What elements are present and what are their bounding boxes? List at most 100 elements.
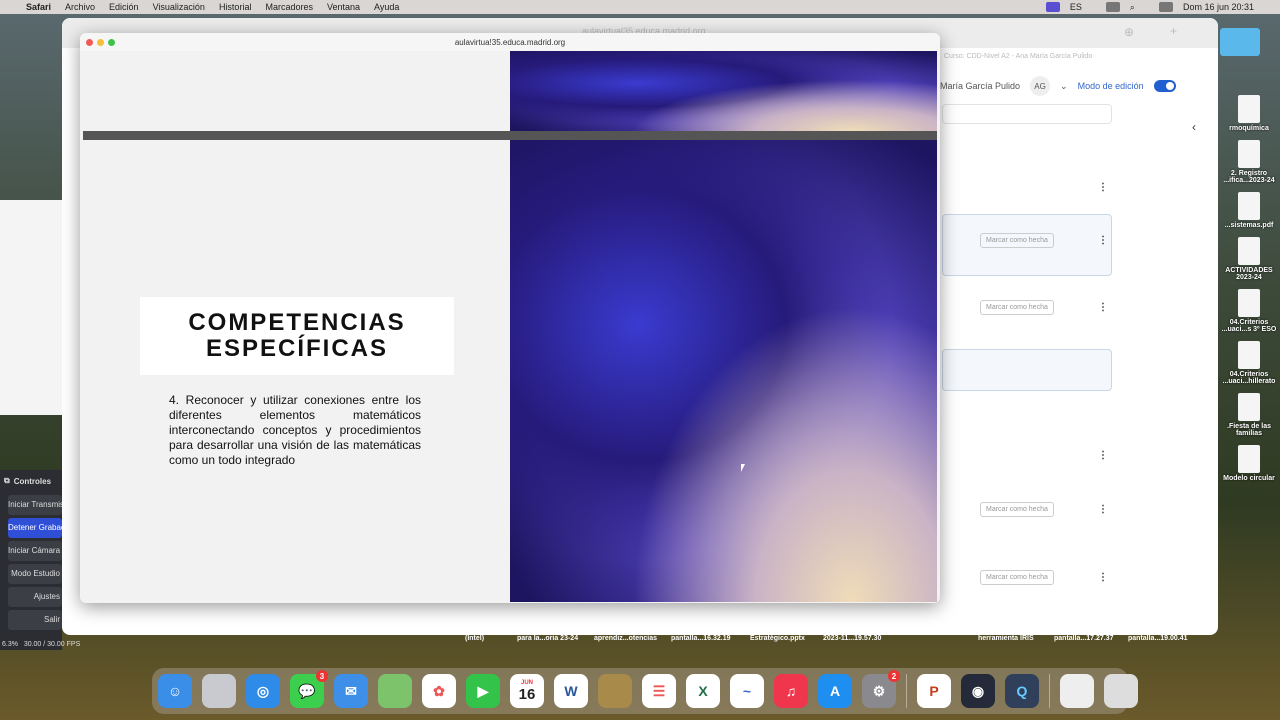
desktop-files: rmoquímica 2. Registro ...ifica...2023-2… [1218,95,1280,490]
edit-mode-label: Modo de edición [1077,81,1144,91]
clock[interactable]: Dom 16 jun 20:31 [1183,2,1254,12]
file-label[interactable]: 2023-11...19.57.30 [823,635,881,642]
edit-mode-toggle[interactable] [1153,80,1176,92]
control-center-icon[interactable] [1158,2,1173,12]
desktop-file[interactable]: 04.Criterios ...uaci...hillerato [1218,341,1280,385]
desktop-file[interactable]: .Fiesta de las familias [1218,393,1280,437]
finder-icon[interactable]: ☺ [158,674,192,708]
more-icon[interactable]: ⋮ [1098,572,1108,583]
desktop-file[interactable]: 2. Registro ...ifica...2023-24 [1218,140,1280,184]
exit-button[interactable]: Salir [8,610,62,630]
file-name: Modelo circular [1223,475,1275,482]
system-settings-icon[interactable]: ⚙ 2 [862,670,900,708]
file-name: rmoquímica [1229,125,1269,132]
document-icon [1238,289,1260,317]
input-source[interactable]: ES [1070,2,1082,12]
desktop-file[interactable]: ACTIVIDADES 2023-24 [1218,237,1280,281]
avatar[interactable]: AG [1030,76,1051,96]
file-label[interactable]: pantalla...16.32.19 [671,635,731,642]
title-line: COMPETENCIAS [188,309,406,336]
launchpad-icon[interactable] [202,674,236,708]
file-name: ...sistemas.pdf [1224,222,1274,229]
file-label[interactable]: para la...oria 23-24 [517,635,578,642]
document-icon [1238,140,1260,168]
facetime-icon[interactable]: ▶ [466,674,500,708]
menu-edicion[interactable]: Edición [109,2,139,12]
menu-app[interactable]: Safari [26,2,51,12]
dock: ☺ ◎ 💬 3 ✉ ✿ ▶ JUN 16 W ☰ X ~ ♫ A ⚙ 2 P ◉ Q [152,668,1138,714]
more-icon[interactable]: ⋮ [1098,302,1108,313]
settings-button[interactable]: Ajustes [8,587,62,607]
virtual-camera-button[interactable]: Iniciar Cámara Virtual [8,541,62,561]
menu-ventana[interactable]: Ventana [327,2,360,12]
stop-recording-button[interactable]: Detener Grabación [8,518,62,538]
excel-icon[interactable]: X [686,674,720,708]
file-name: 2. Registro ...ifica...2023-24 [1223,170,1275,184]
document-icon [1238,393,1260,421]
quicktime-icon[interactable]: Q [1005,674,1039,708]
app-store-icon[interactable]: A [818,674,852,708]
file-label[interactable]: aprendiz...otencias [594,635,657,642]
file-label[interactable]: Estratégico.pptx [750,635,805,642]
menu-historial[interactable]: Historial [219,2,252,12]
freeform-icon[interactable]: ~ [730,674,764,708]
galaxy-image [510,140,937,602]
user-name: María García Pulido [940,81,1021,91]
messages-icon[interactable]: 💬 3 [290,670,328,708]
more-icon[interactable]: ⋮ [1098,235,1108,246]
menu-marcadores[interactable]: Marcadores [265,2,313,12]
file-label[interactable]: pantalla...19.00.41 [1128,635,1188,642]
dock-separator [906,674,907,708]
download-icon[interactable]: ⊕ [1124,25,1134,39]
powerpoint-icon[interactable]: P [917,674,951,708]
desktop-file[interactable]: ...sistemas.pdf [1218,192,1280,229]
studio-mode-button[interactable]: Modo Estudio [8,564,62,584]
mark-done-button[interactable]: Marcar como hecha [980,300,1054,315]
chevron-down-icon[interactable]: ⌄ [1060,81,1068,92]
mouse-cursor [741,464,745,472]
search-icon[interactable]: ⌕ [1130,2,1135,13]
document-icon [1238,341,1260,369]
menu-ayuda[interactable]: Ayuda [374,2,399,12]
galaxy-image [510,51,937,131]
screen-share-icon[interactable] [1045,2,1060,12]
previous-slide [83,51,937,131]
wifi-icon[interactable] [1105,2,1120,12]
menu-visualizacion[interactable]: Visualización [153,2,205,12]
desktop-file[interactable]: 04.Criterios ...uaci...s 3º ESO [1218,289,1280,333]
file-label[interactable]: (Intel) [465,635,484,642]
chevron-left-icon[interactable]: ‹ [1192,120,1196,134]
reminders-icon[interactable]: ☰ [642,674,676,708]
mail-icon[interactable]: ✉ [334,674,368,708]
calendar-icon[interactable]: JUN 16 [510,674,544,708]
file-name: 04.Criterios ...uaci...hillerato [1222,371,1276,385]
breadcrumb[interactable]: Curso: CDD-Nivel A2 - Ana María García P… [944,53,1092,60]
mark-done-button[interactable]: Marcar como hecha [980,502,1054,517]
new-tab-icon[interactable]: + [1170,24,1177,38]
more-icon[interactable]: ⋮ [1098,504,1108,515]
document-icon [1238,192,1260,220]
mark-done-button[interactable]: Marcar como hecha [980,233,1054,248]
start-streaming-button[interactable]: Iniciar Transmisión [8,495,62,515]
obs-icon[interactable]: ◉ [961,674,995,708]
document-icon[interactable] [1060,674,1094,708]
more-icon[interactable]: ⋮ [1098,182,1108,193]
preview-icon[interactable] [598,674,632,708]
file-label[interactable]: pantalla...17.27.37 [1054,635,1114,642]
file-name: .Fiesta de las familias [1227,423,1271,437]
calendar-day: 16 [518,685,536,703]
trash-icon[interactable] [1104,674,1138,708]
menu-archivo[interactable]: Archivo [65,2,95,12]
desktop-file[interactable]: rmoquímica [1218,95,1280,132]
maps-icon[interactable] [378,674,412,708]
more-icon[interactable]: ⋮ [1098,450,1108,461]
safari-icon[interactable]: ◎ [246,674,280,708]
mark-done-button[interactable]: Marcar como hecha [980,570,1054,585]
word-icon[interactable]: W [554,674,588,708]
file-label[interactable]: herramienta IRIS [978,635,1034,642]
photos-icon[interactable]: ✿ [422,674,456,708]
music-icon[interactable]: ♫ [774,674,808,708]
desktop-file[interactable]: Modelo circular [1218,445,1280,482]
folder-icon[interactable] [1220,28,1260,56]
presentation-window: aulavirtua!35.educa.madrid.org COMPETENC… [80,33,940,603]
